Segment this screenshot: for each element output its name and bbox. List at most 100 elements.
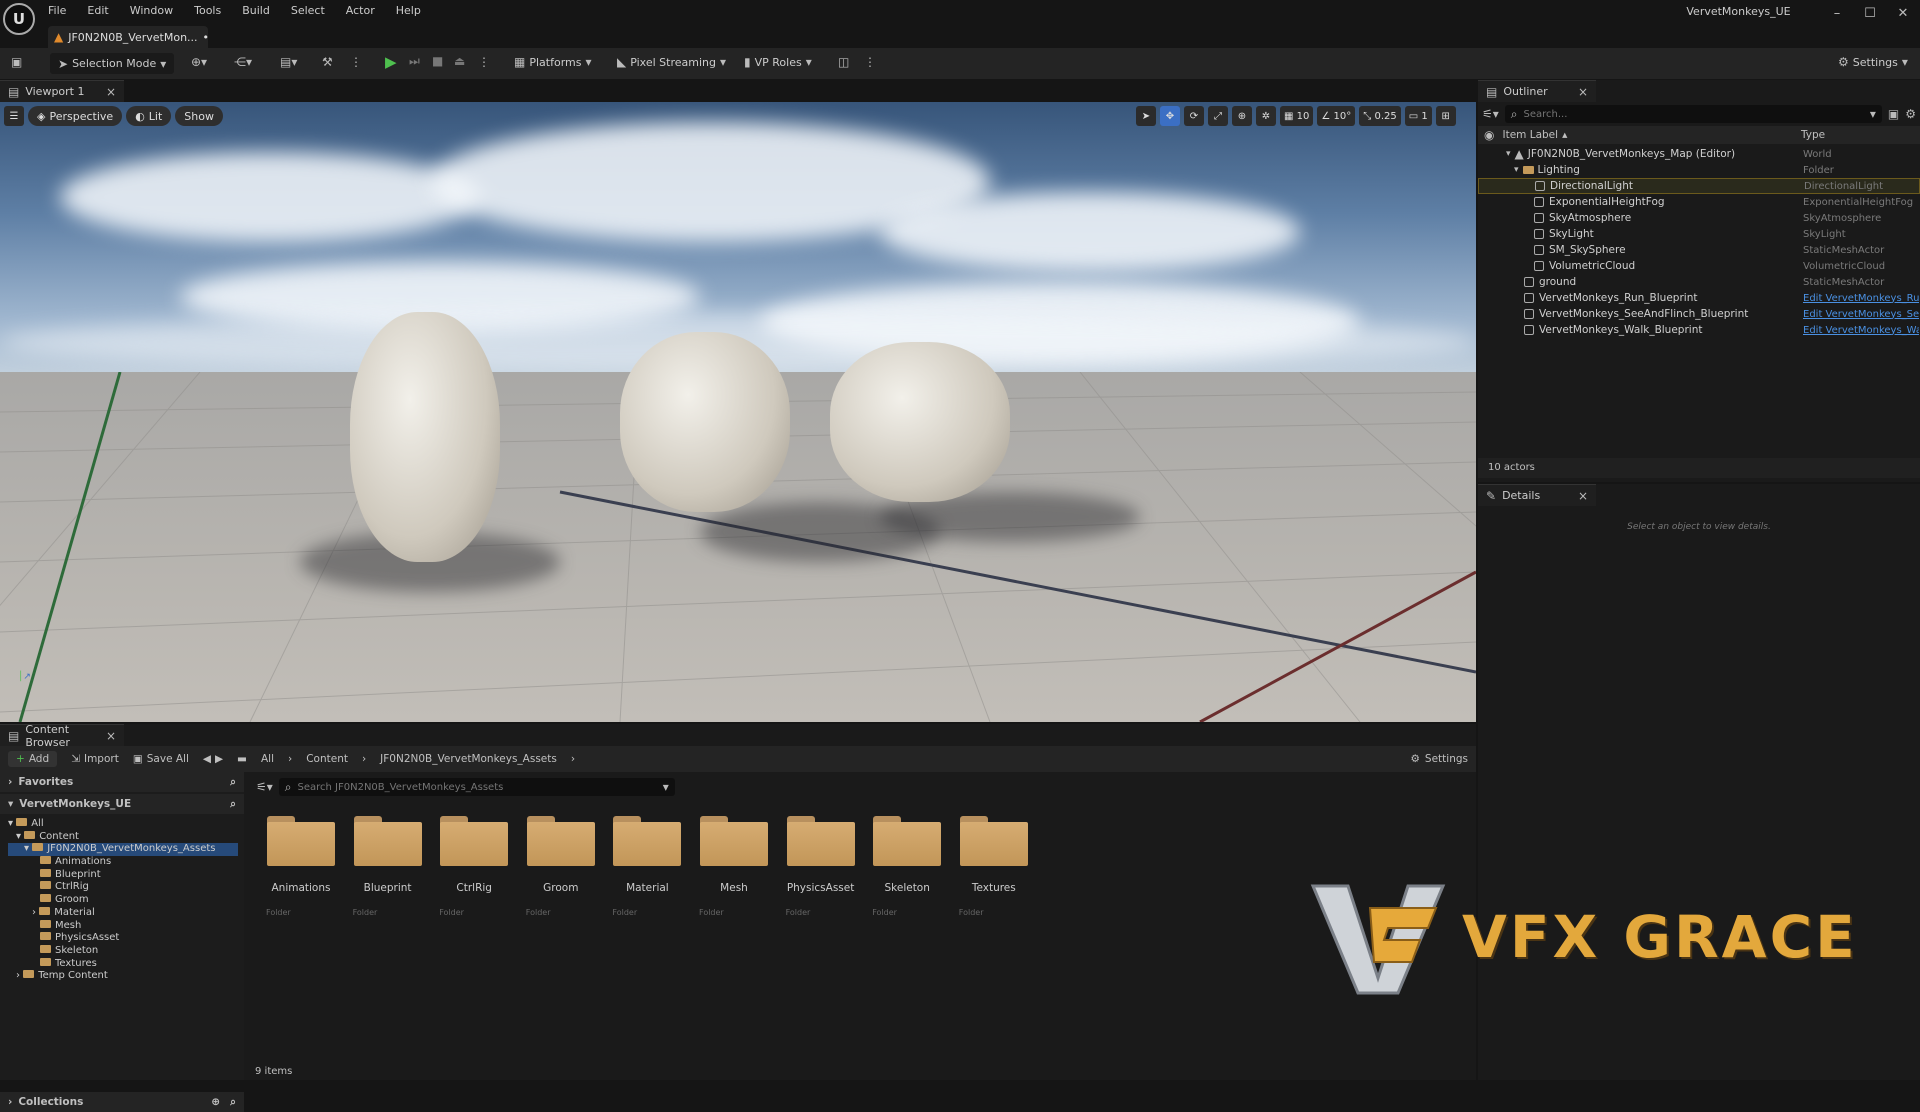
cb-settings-button[interactable]: ⚙ Settings bbox=[1411, 753, 1469, 765]
minimize-icon[interactable]: – bbox=[1820, 3, 1854, 25]
tree-item-animations[interactable]: Animations bbox=[8, 856, 244, 869]
outliner-row[interactable]: SM_SkySphere StaticMeshActor bbox=[1478, 242, 1920, 258]
visibility-icon[interactable]: ◉ bbox=[1484, 128, 1494, 142]
stop-icon[interactable]: ■ bbox=[432, 54, 443, 68]
grid-snap-button[interactable]: ▦ 10 bbox=[1280, 106, 1314, 126]
close-tab-icon[interactable]: × bbox=[106, 85, 116, 99]
outliner-row[interactable]: VolumetricCloud VolumetricCloud bbox=[1478, 258, 1920, 274]
outliner-row[interactable]: DirectionalLight DirectionalLight bbox=[1478, 178, 1920, 194]
outliner-row[interactable]: SkyAtmosphere SkyAtmosphere bbox=[1478, 210, 1920, 226]
close-window-icon[interactable]: ✕ bbox=[1886, 3, 1920, 25]
rotation-snap-button[interactable]: ∠ 10° bbox=[1317, 106, 1356, 126]
vp-roles-button[interactable]: ▮ VP Roles ▾ bbox=[744, 55, 812, 69]
folder-tile[interactable]: Material Folder bbox=[604, 812, 690, 922]
blueprint-icon[interactable]: ⋲▾ bbox=[234, 55, 252, 69]
folder-tile[interactable]: PhysicsAsset Folder bbox=[778, 812, 864, 922]
close-tab-icon[interactable]: × bbox=[106, 729, 116, 743]
gear-icon[interactable]: ⚙ bbox=[1905, 107, 1916, 121]
tree-item-textures[interactable]: Textures bbox=[8, 957, 244, 971]
lit-button[interactable]: ◐ Lit bbox=[126, 106, 172, 126]
filter-icon[interactable]: ⚟▾ bbox=[256, 780, 273, 794]
play-options-icon[interactable]: ⋮ bbox=[478, 55, 490, 69]
perspective-button[interactable]: ◈ Perspective bbox=[28, 106, 123, 126]
add-actor-icon[interactable]: ⊕▾ bbox=[191, 55, 207, 69]
add-folder-icon[interactable]: ▣ bbox=[1888, 107, 1899, 121]
tree-item-groom[interactable]: Groom bbox=[8, 894, 244, 907]
save-icon[interactable]: ▣ bbox=[11, 55, 22, 69]
settings-button[interactable]: ⚙ Settings ▾ bbox=[1838, 55, 1908, 69]
maximize-icon[interactable]: ☐ bbox=[1853, 3, 1887, 25]
surface-snap-icon[interactable]: ✲ bbox=[1256, 106, 1276, 126]
pixel-streaming-button[interactable]: ◣ Pixel Streaming ▾ bbox=[617, 55, 726, 69]
close-tab-icon[interactable]: × bbox=[1578, 85, 1588, 99]
selection-mode-dropdown[interactable]: ➤ Selection Mode ▾ bbox=[50, 53, 175, 74]
import-button[interactable]: ⇲ Import bbox=[71, 753, 119, 765]
asset-search-input[interactable] bbox=[297, 781, 657, 793]
platforms-button[interactable]: ▦ Platforms ▾ bbox=[514, 55, 592, 69]
hamburger-icon[interactable]: ☰ bbox=[4, 106, 24, 126]
cinematics-icon[interactable]: ▤▾ bbox=[280, 55, 297, 69]
tree-item-blueprint[interactable]: Blueprint bbox=[8, 868, 244, 882]
rotate-icon[interactable]: ⟳ bbox=[1184, 106, 1204, 126]
menu-actor[interactable]: Actor bbox=[346, 4, 375, 17]
folder-tile[interactable]: Skeleton Folder bbox=[864, 812, 950, 922]
folder-tile[interactable]: Animations Folder bbox=[258, 812, 344, 922]
outliner-row[interactable]: ground StaticMeshActor bbox=[1478, 274, 1920, 290]
folder-tile[interactable]: CtrlRig Folder bbox=[431, 812, 517, 922]
col-type[interactable]: Type bbox=[1801, 129, 1825, 141]
viewport-tab[interactable]: ▤ Viewport 1 × bbox=[0, 80, 124, 102]
details-tab[interactable]: ✎ Details × bbox=[1478, 484, 1596, 506]
filter-icon[interactable]: ⚟▾ bbox=[1482, 107, 1499, 121]
tree-item-ctrlrig[interactable]: CtrlRig bbox=[8, 881, 244, 894]
breadcrumb-content[interactable]: Content bbox=[306, 753, 348, 765]
favorites-header[interactable]: › Favorites ⌕ bbox=[0, 772, 244, 792]
outliner-row[interactable]: SkyLight SkyLight bbox=[1478, 226, 1920, 242]
project-header[interactable]: ▾ VervetMonkeys_UE ⌕ bbox=[0, 794, 244, 814]
tree-item-material[interactable]: › Material bbox=[8, 906, 244, 920]
menu-select[interactable]: Select bbox=[291, 4, 325, 17]
add-collection-icon[interactable]: ⊕ bbox=[211, 1096, 220, 1108]
tree-item-content[interactable]: ▾ Content bbox=[8, 830, 244, 844]
vervet-monkey-3[interactable] bbox=[830, 342, 1010, 502]
outliner-row[interactable]: VervetMonkeys_Run_Blueprint Edit VervetMo… bbox=[1478, 290, 1920, 306]
select-mode-icon[interactable]: ➤ bbox=[1136, 106, 1156, 126]
tree-item-physicsasset[interactable]: PhysicsAsset bbox=[8, 932, 244, 945]
outliner-row[interactable]: ▾ Lighting Folder bbox=[1478, 162, 1920, 178]
menu-edit[interactable]: Edit bbox=[87, 4, 108, 17]
folder-tile[interactable]: Groom Folder bbox=[518, 812, 604, 922]
more-options-icon[interactable]: ⋮ bbox=[864, 55, 876, 69]
more-options-icon[interactable]: ⋮ bbox=[350, 55, 362, 69]
layout-icon[interactable]: ⊞ bbox=[1435, 106, 1456, 126]
level-tab[interactable]: ▲ JF0N2N0B_VervetMon... • bbox=[48, 26, 209, 48]
tree-item-assets[interactable]: ▾ JF0N2N0B_VervetMonkeys_Assets bbox=[8, 843, 238, 857]
folder-tile[interactable]: Blueprint Folder bbox=[345, 812, 431, 922]
tree-item-mesh[interactable]: Mesh bbox=[8, 919, 244, 933]
world-space-icon[interactable]: ⊕ bbox=[1232, 106, 1252, 126]
outliner-row[interactable]: VervetMonkeys_Walk_Blueprint Edit VervetM… bbox=[1478, 322, 1920, 338]
outliner-tab[interactable]: ▤ Outliner × bbox=[1478, 80, 1596, 102]
close-tab-icon[interactable]: × bbox=[1578, 489, 1588, 503]
outliner-row[interactable]: ExponentialHeightFog ExponentialHeightFog bbox=[1478, 194, 1920, 210]
collections-header[interactable]: › Collections ⊕ ⌕ bbox=[0, 1092, 244, 1112]
build-icon[interactable]: ⚒ bbox=[322, 55, 333, 69]
search-icon[interactable]: ⌕ bbox=[230, 776, 236, 789]
outliner-search-field[interactable]: ⌕ ▾ bbox=[1504, 105, 1882, 123]
tree-item-temp-content[interactable]: › Temp Content bbox=[8, 970, 244, 983]
vervet-monkey-2[interactable] bbox=[620, 332, 790, 512]
camera-speed-button[interactable]: ▭ 1 bbox=[1404, 106, 1432, 126]
viewport-scene[interactable]: ☰ ◈ Perspective ◐ Lit Show ➤ ✥ ⟳ ⤢ ⊕ ✲ ▦… bbox=[0, 102, 1476, 722]
tree-item-all[interactable]: ▾ All bbox=[8, 818, 244, 831]
menu-build[interactable]: Build bbox=[242, 4, 270, 17]
scale-snap-button[interactable]: ⤡ 0.25 bbox=[1359, 106, 1401, 126]
tree-item-skeleton[interactable]: Skeleton bbox=[8, 944, 244, 958]
menu-help[interactable]: Help bbox=[396, 4, 421, 17]
eject-icon[interactable]: ⏏ bbox=[454, 54, 465, 68]
outliner-row[interactable]: VervetMonkeys_SeeAndFlinch_Blueprint Edit… bbox=[1478, 306, 1920, 322]
menu-tools[interactable]: Tools bbox=[194, 4, 221, 17]
content-browser-tab[interactable]: ▤ Content Browser × bbox=[0, 723, 124, 749]
back-icon[interactable]: ◀ bbox=[203, 753, 211, 765]
breadcrumb-all[interactable]: All bbox=[261, 753, 274, 765]
menu-window[interactable]: Window bbox=[130, 4, 173, 17]
search-icon[interactable]: ⌕ bbox=[230, 798, 236, 811]
vervet-monkey-1[interactable] bbox=[350, 312, 500, 562]
